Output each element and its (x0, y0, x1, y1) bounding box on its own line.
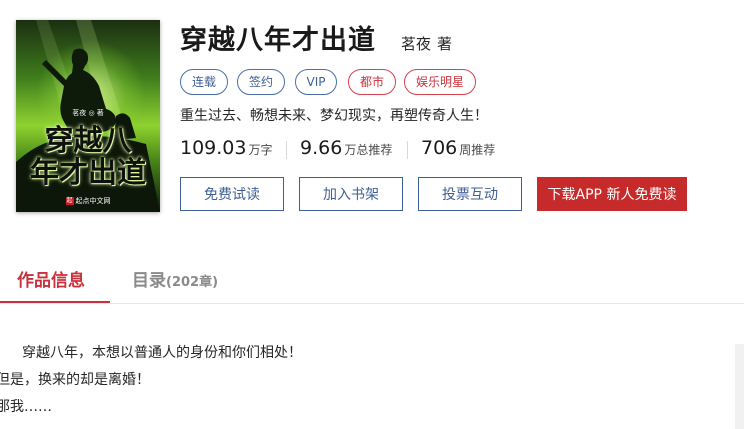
cover-publisher: 起起点中文网 (16, 196, 160, 206)
tab-book-info[interactable]: 作品信息 (17, 270, 85, 292)
description-line: 但是，换来的却是离婚！ (0, 372, 150, 388)
tag-serializing[interactable]: 连载 (180, 69, 228, 95)
stat-word-count: 109.03 万字 (180, 137, 273, 159)
tag-urban[interactable]: 都市 (348, 69, 396, 95)
stat-total-recommend-value: 9.66 (300, 137, 343, 159)
content-tabs: 作品信息 目录(202章) (0, 257, 744, 304)
cover-title: 穿越八 年才出道 (16, 124, 160, 188)
publisher-logo-icon: 起 (65, 197, 74, 205)
tab-catalog-count: (202章) (166, 275, 219, 290)
stat-divider (286, 141, 287, 159)
tag-signed[interactable]: 签约 (237, 69, 285, 95)
book-title: 穿越八年才出道 (180, 25, 376, 56)
tab-catalog-label: 目录 (132, 271, 166, 291)
tab-catalog[interactable]: 目录(202章) (132, 270, 218, 294)
active-tab-indicator (0, 301, 110, 303)
stat-weekly-recommend: 706 周推荐 (421, 137, 495, 159)
stat-word-count-value: 109.03 (180, 137, 247, 159)
tag-vip[interactable]: VIP (295, 69, 337, 95)
stat-divider (407, 141, 408, 159)
tag-entertainment-star[interactable]: 娱乐明星 (404, 69, 476, 95)
book-cover[interactable]: 茗夜 ◎ 著 穿越八 年才出道 起起点中文网 (16, 20, 160, 212)
add-to-shelf-button[interactable]: 加入书架 (299, 177, 403, 211)
description-line: 那我…… (0, 399, 52, 415)
stat-total-recommend: 9.66 万总推荐 (300, 137, 392, 159)
author-suffix: 著 (437, 35, 453, 53)
cover-publisher-name: 起点中文网 (75, 197, 111, 205)
free-read-button[interactable]: 免费试读 (180, 177, 284, 211)
vote-interact-button[interactable]: 投票互动 (418, 177, 522, 211)
page-scrollbar[interactable] (735, 344, 744, 429)
cover-title-line-2: 年才出道 (29, 155, 146, 189)
stat-weekly-recommend-unit: 周推荐 (459, 143, 496, 157)
cover-title-line-1: 穿越八 (44, 123, 132, 157)
download-app-button[interactable]: 下载APP 新人免费读 (537, 177, 687, 211)
stat-weekly-recommend-value: 706 (421, 137, 458, 159)
author-name[interactable]: 茗夜 (401, 35, 431, 53)
book-author[interactable]: 茗夜著 (401, 34, 452, 54)
description-line: 穿越八年，本想以普通人的身份和你们相处！ (22, 345, 302, 361)
book-intro: 重生过去、畅想未来、梦幻现实，再塑传奇人生！ (180, 108, 488, 124)
stat-word-count-unit: 万字 (248, 143, 273, 157)
cover-author-line: 茗夜 ◎ 著 (72, 109, 104, 117)
stat-total-recommend-unit: 万总推荐 (344, 143, 393, 157)
